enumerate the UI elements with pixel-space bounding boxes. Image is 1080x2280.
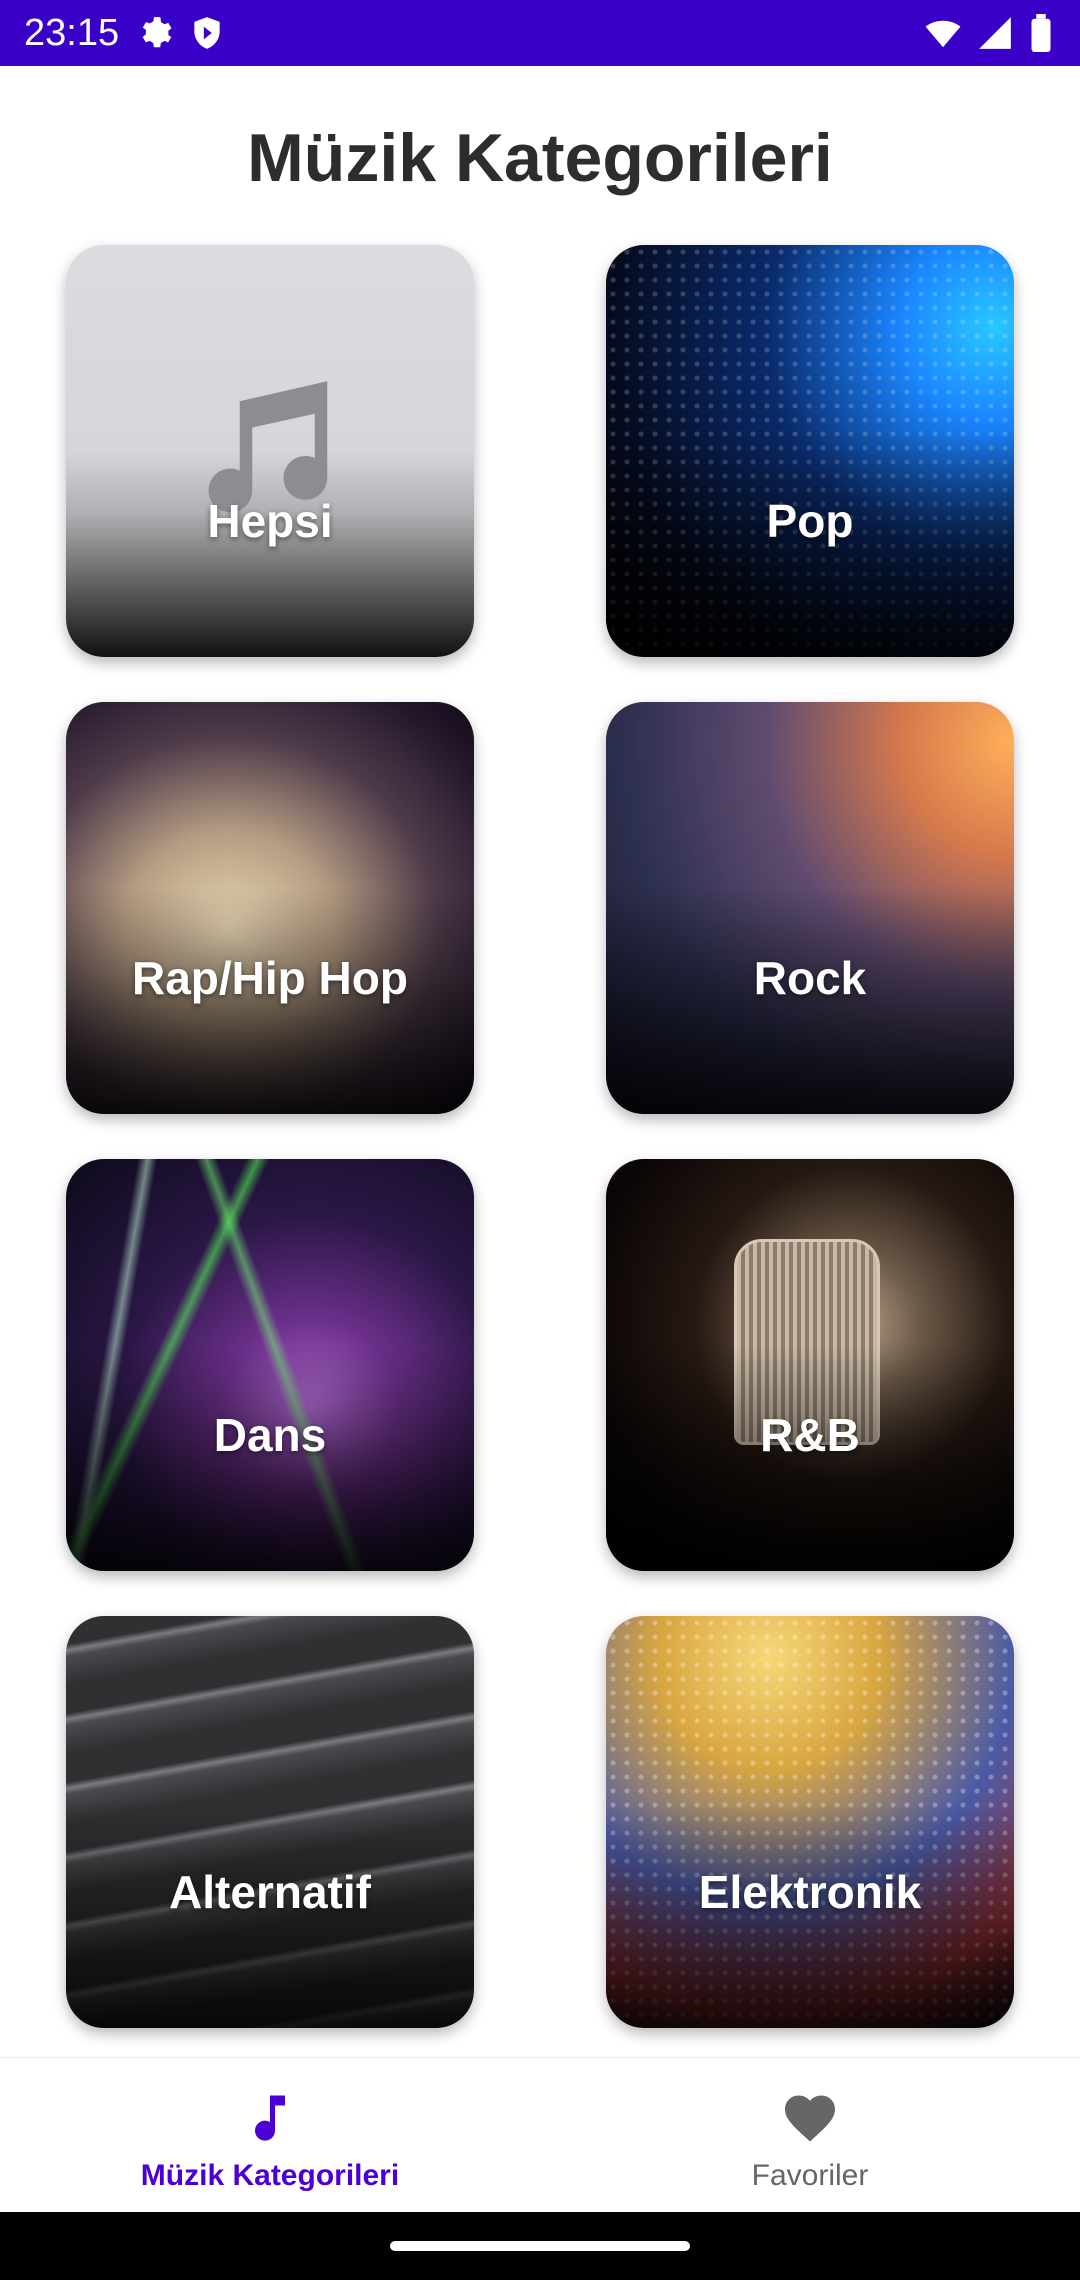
- nav-label: Müzik Kategorileri: [140, 2159, 400, 2192]
- shield-icon: [194, 17, 220, 49]
- heart-icon: [785, 2095, 835, 2142]
- gesture-navigation-bar: [0, 2212, 1080, 2280]
- status-time: 23:15: [24, 12, 120, 54]
- wifi-icon: [925, 20, 961, 48]
- page-title: Müzik Kategorileri: [247, 120, 833, 196]
- category-card-pop[interactable]: Pop: [606, 245, 1014, 657]
- signal-icon: [979, 17, 1011, 49]
- category-card-rock[interactable]: Rock: [606, 702, 1014, 1114]
- category-label: R&B: [760, 1409, 860, 1461]
- nav-item-muzik-kategorileri[interactable]: Müzik Kategorileri: [0, 2058, 540, 2213]
- category-label: Alternatif: [169, 1866, 371, 1918]
- category-label: Dans: [213, 1409, 327, 1461]
- category-label: Hepsi: [207, 495, 333, 547]
- category-card-hepsi[interactable]: Hepsi: [66, 245, 474, 657]
- nav-item-favoriler[interactable]: Favoriler: [540, 2058, 1080, 2213]
- category-card-rap-hip-hop[interactable]: Rap/Hip Hop: [66, 702, 474, 1114]
- category-card-alternatif[interactable]: Alternatif: [66, 1616, 474, 2028]
- category-label: Pop: [766, 495, 854, 547]
- category-card-elektronik[interactable]: Elektronik: [606, 1616, 1014, 2028]
- settings-icon: [142, 17, 172, 48]
- music-note-icon: [255, 2095, 285, 2141]
- category-label: Elektronik: [698, 1866, 922, 1918]
- battery-icon: [1031, 14, 1051, 52]
- category-label: Rap/Hip Hop: [132, 952, 408, 1004]
- category-grid: Hepsi Pop Rap/Hip Hop Rock Dans R&B Alte…: [66, 245, 1014, 2028]
- category-card-dans[interactable]: Dans: [66, 1159, 474, 1571]
- status-bar: 23:15: [0, 0, 1080, 66]
- home-gesture-handle[interactable]: [390, 2241, 690, 2251]
- bottom-navigation: Müzik Kategorileri Favoriler: [0, 2057, 1080, 2213]
- nav-label: Favoriler: [751, 2159, 869, 2192]
- category-card-rnb[interactable]: R&B: [606, 1159, 1014, 1571]
- category-label: Rock: [753, 952, 867, 1004]
